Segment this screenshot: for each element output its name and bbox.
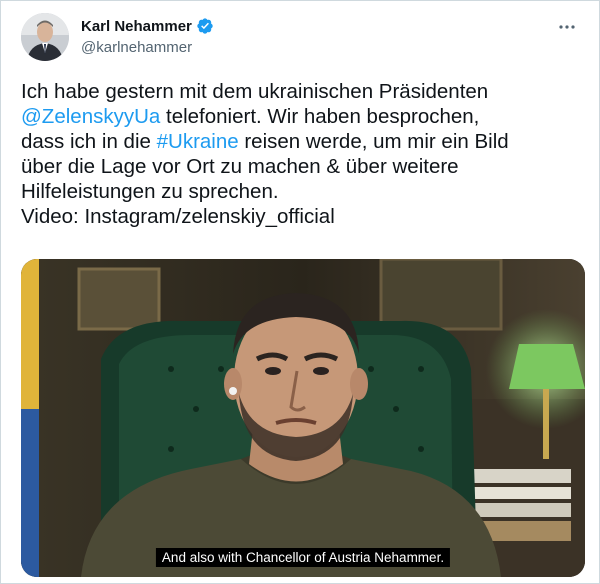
tweet-card: Karl Nehammer @karlnehammer Ich habe ges…	[0, 0, 600, 584]
more-horizontal-icon	[559, 25, 575, 29]
video-player[interactable]: And also with Chancellor of Austria Neha…	[21, 259, 585, 577]
mention-link[interactable]: @ZelenskyyUa	[21, 105, 160, 128]
verified-badge-icon	[197, 18, 213, 34]
tweet-text: Ich habe gestern mit dem ukrainischen Pr…	[21, 79, 591, 229]
tweet-header: Karl Nehammer @karlnehammer	[21, 13, 585, 63]
author-handle[interactable]: @karlnehammer	[81, 39, 214, 56]
display-name[interactable]: Karl Nehammer	[81, 18, 192, 35]
video-frame	[21, 259, 585, 577]
author-names: Karl Nehammer @karlnehammer	[81, 16, 214, 56]
avatar-photo-icon	[21, 13, 69, 61]
tweet-text-part: Ich habe gestern mit dem ukrainischen Pr…	[21, 80, 489, 103]
hashtag-link[interactable]: #Ukraine	[157, 130, 239, 153]
more-options-button[interactable]	[553, 17, 581, 37]
avatar[interactable]	[21, 13, 69, 61]
video-subtitle: And also with Chancellor of Austria Neha…	[155, 548, 451, 567]
display-name-row: Karl Nehammer	[81, 16, 214, 36]
